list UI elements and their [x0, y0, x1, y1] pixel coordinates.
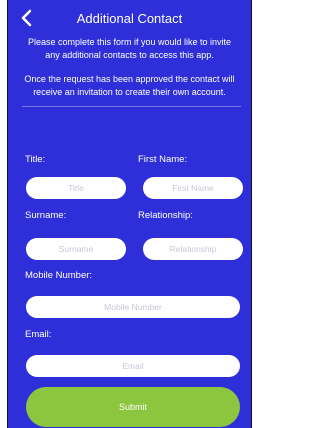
intro-paragraph: Once the request has been approved the c… [24, 74, 235, 97]
first-name-label: First Name: [138, 154, 188, 165]
mobile-number-input[interactable]: Mobile Number [26, 296, 240, 318]
page-title: Additional Contact [76, 10, 183, 26]
app-screen: Additional Contact Please complete this … [7, 0, 252, 428]
divider [22, 106, 241, 107]
title-input[interactable]: Title [26, 177, 126, 199]
header: Additional Contact [8, 0, 251, 36]
relationship-input[interactable]: Relationship [143, 238, 243, 260]
intro-text: Please complete this form if you would l… [8, 36, 251, 98]
submit-button[interactable]: Submit [26, 387, 240, 427]
email-label: Email: [25, 329, 52, 340]
chevron-left-icon[interactable] [20, 9, 34, 27]
intro-paragraph: Please complete this form if you would l… [27, 37, 232, 60]
relationship-label: Relationship: [138, 210, 193, 221]
mobile-number-label: Mobile Number: [25, 270, 93, 281]
title-label: Title: [25, 154, 46, 165]
surname-label: Surname: [25, 210, 67, 221]
first-name-input[interactable]: First Name [143, 177, 243, 199]
surname-input[interactable]: Surname [26, 238, 126, 260]
email-input[interactable]: Email [26, 355, 240, 377]
